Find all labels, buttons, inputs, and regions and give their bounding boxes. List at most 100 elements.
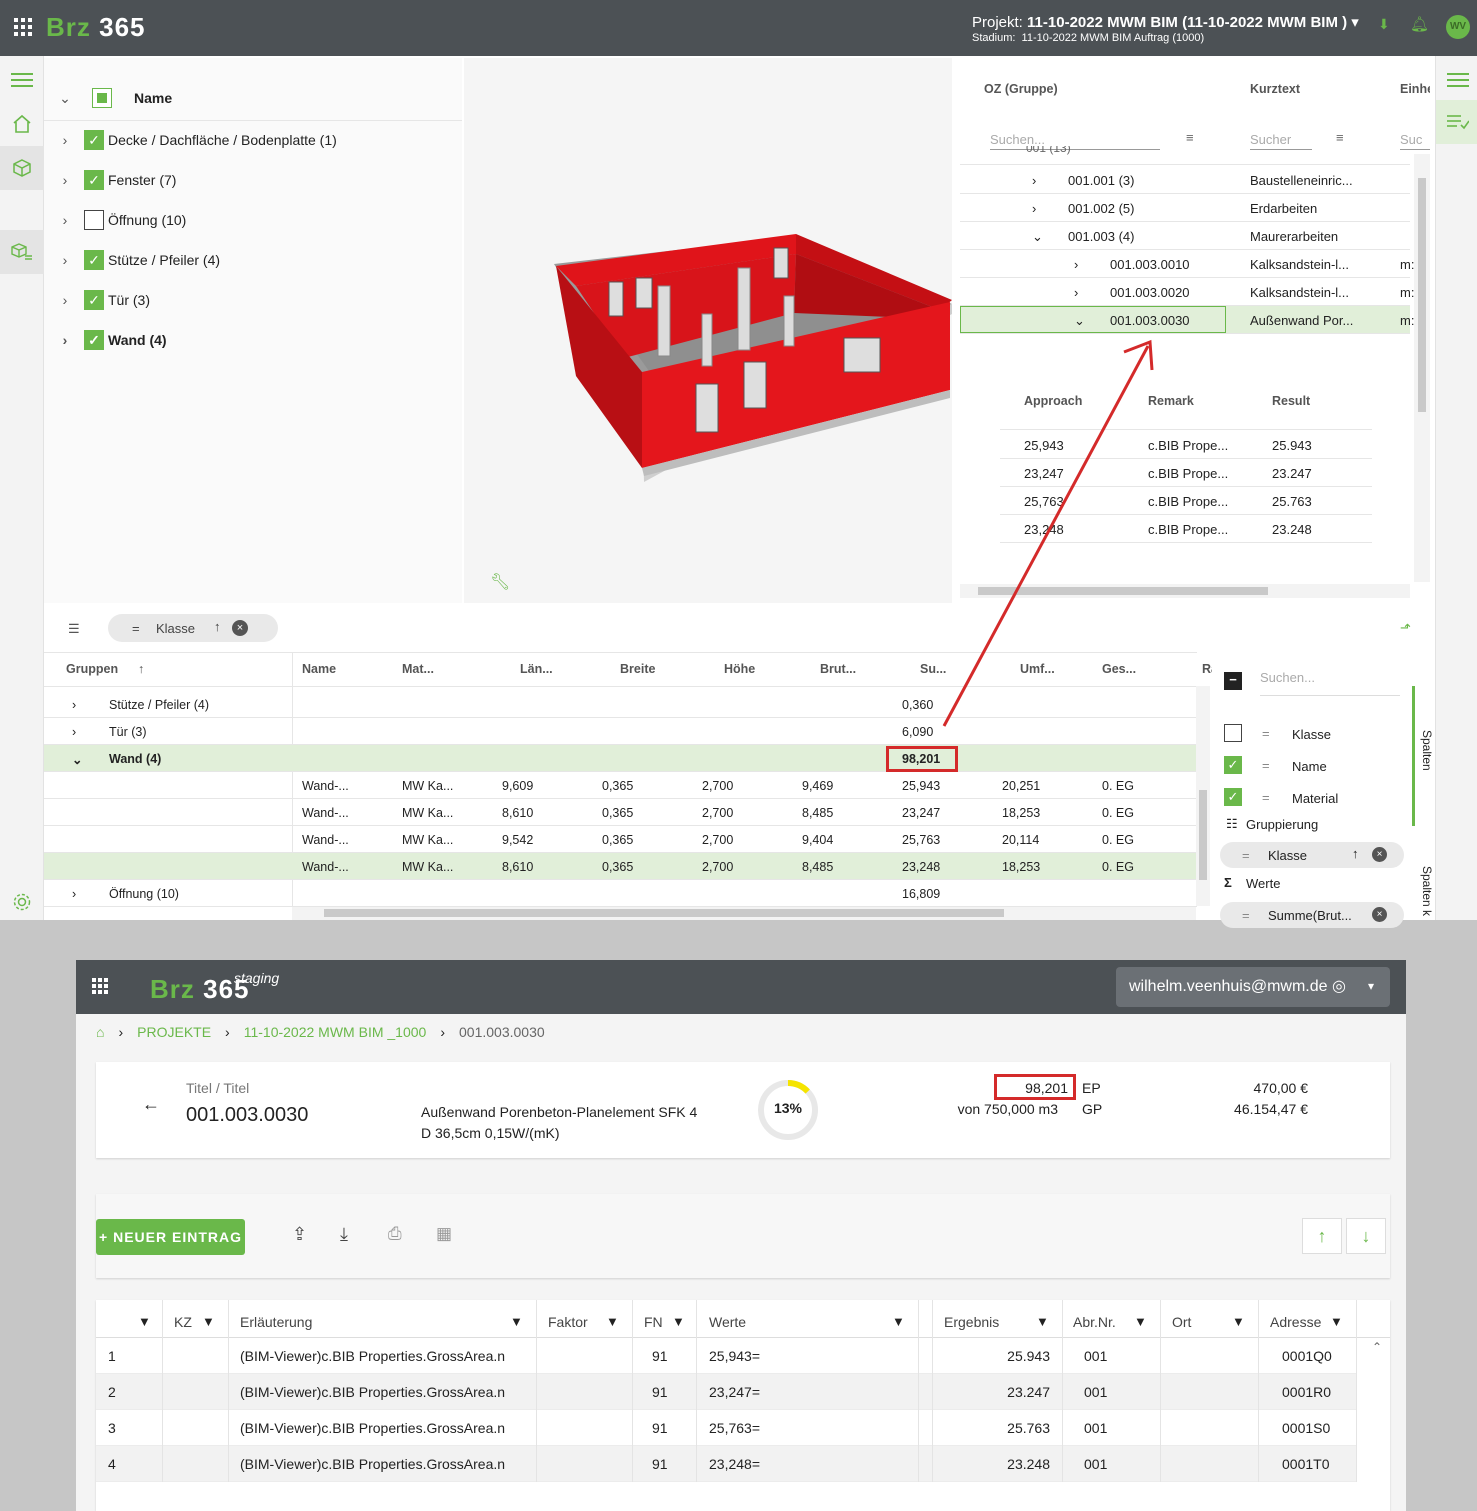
tree-item[interactable]: › ✓ Fenster (7): [54, 164, 176, 196]
item-checkbox[interactable]: ✓: [84, 170, 104, 190]
item-checkbox[interactable]: [84, 210, 104, 230]
chevron-right-icon[interactable]: ›: [54, 212, 76, 228]
wrench-icon[interactable]: 🔧︎: [490, 572, 510, 592]
table-row[interactable]: Wand-... MW Ka... 9,542 0,365 2,700 9,404 25,7…: [44, 826, 1197, 853]
filter-icon[interactable]: ▼: [892, 1314, 905, 1329]
chevron-right-icon[interactable]: ›: [1032, 201, 1036, 216]
move-down-button[interactable]: ↓: [1346, 1218, 1386, 1254]
chevron-right-icon[interactable]: ›: [54, 172, 76, 188]
close-icon[interactable]: ×: [1372, 847, 1387, 862]
item-checkbox[interactable]: ✓: [84, 250, 104, 270]
filter-icon[interactable]: ▼: [138, 1314, 151, 1329]
vertical-scrollbar[interactable]: [1414, 154, 1430, 582]
group-row-selected[interactable]: ⌄ Wand (4) 98,201: [44, 745, 1197, 772]
chevron-right-icon[interactable]: ›: [54, 132, 76, 148]
chevron-right-icon[interactable]: ›: [54, 292, 76, 308]
back-arrow-icon[interactable]: ←: [142, 1094, 160, 1115]
oz-row[interactable]: › 001.003.0020 Kalksandstein-l... m:: [960, 278, 1414, 306]
print-icon[interactable]: ⎙: [388, 1224, 402, 1244]
table-row[interactable]: 1 (BIM-Viewer)c.BIB Properties.GrossArea.…: [96, 1338, 1356, 1374]
oz-row[interactable]: › 001.001 (3) Baustelleneinric...: [960, 166, 1410, 194]
upload-icon[interactable]: ⇪: [292, 1224, 307, 1245]
project-selector[interactable]: Projekt: 11-10-2022 MWM BIM (11-10-2022 …: [972, 13, 1359, 31]
checklist-icon[interactable]: [1436, 100, 1477, 144]
user-menu[interactable]: wilhelm.veenhuis@mwm.de ◎ ▾: [1116, 967, 1390, 1007]
building-model[interactable]: [464, 58, 952, 603]
cube-icon[interactable]: [0, 146, 44, 190]
kurztext-search-input[interactable]: Sucher: [1250, 132, 1312, 150]
chevron-right-icon[interactable]: ›: [1074, 257, 1078, 272]
apps-grid-icon[interactable]: [92, 978, 108, 994]
kurztext-column-header[interactable]: Kurztext: [1250, 82, 1300, 96]
chevron-right-icon[interactable]: ›: [1032, 173, 1036, 188]
avatar[interactable]: WV: [1446, 15, 1470, 39]
column-search-input[interactable]: Suchen...: [1260, 670, 1400, 696]
grid-vertical-scrollbar[interactable]: [1196, 686, 1210, 906]
chevron-down-icon[interactable]: ⌄: [1074, 313, 1085, 329]
oz-row[interactable]: › 001.002 (5) Erdarbeiten: [960, 194, 1410, 222]
new-entry-button[interactable]: + NEUER EINTRAG: [96, 1219, 245, 1255]
filter-icon[interactable]: ≡: [1336, 130, 1344, 145]
menu-icon[interactable]: [1436, 58, 1477, 102]
filter-icon[interactable]: ▼: [1330, 1314, 1343, 1329]
name-checkbox[interactable]: ✓: [1224, 756, 1242, 774]
group-chip[interactable]: = Klasse ↑ ×: [108, 614, 278, 642]
chevron-right-icon[interactable]: ›: [54, 252, 76, 268]
filter-icon[interactable]: ▼: [1232, 1314, 1245, 1329]
3d-viewer[interactable]: 🔧︎: [464, 58, 952, 603]
home-icon[interactable]: ⌂: [96, 1024, 104, 1040]
close-icon[interactable]: ×: [1372, 907, 1387, 922]
oz-column-header[interactable]: OZ (Gruppe): [984, 82, 1058, 96]
bell-icon[interactable]: 🔔︎: [1410, 15, 1429, 33]
filter-icon[interactable]: ▼: [1036, 1314, 1049, 1329]
group-row[interactable]: › Öffnung (10) 16,809: [44, 880, 1197, 907]
chevron-right-icon[interactable]: ›: [1074, 285, 1078, 300]
unit-column-header[interactable]: Einhe: [1400, 82, 1430, 96]
chevron-down-icon[interactable]: ⌄: [1032, 229, 1043, 245]
chevron-down-icon[interactable]: ⌄: [54, 90, 76, 107]
oz-row[interactable]: ⌄ 001.003 (4) Maurerarbeiten: [960, 222, 1410, 250]
select-all-checkbox[interactable]: [92, 88, 112, 108]
columns-tab-2[interactable]: Spalten k: [1420, 866, 1434, 916]
tree-item[interactable]: › Öffnung (10): [54, 204, 186, 236]
menu-icon[interactable]: [0, 58, 44, 102]
model-list-icon[interactable]: [0, 230, 44, 274]
scroll-up-icon[interactable]: ⌃: [1372, 1340, 1382, 1354]
tree-item[interactable]: › ✓ Stütze / Pfeiler (4): [54, 244, 220, 276]
tree-item[interactable]: › ✓ Wand (4): [54, 324, 167, 356]
oz-row[interactable]: › 001.003.0010 Kalksandstein-l... m:: [960, 250, 1414, 278]
filter-icon[interactable]: ≡: [1186, 130, 1194, 145]
table-row-selected[interactable]: Wand-... MW Ka... 8,610 0,365 2,700 8,485 23,2…: [44, 853, 1197, 880]
filter-icon[interactable]: ▼: [672, 1314, 685, 1329]
table-row[interactable]: 4 (BIM-Viewer)c.BIB Properties.GrossArea.…: [96, 1446, 1356, 1482]
toggle-all-checkbox[interactable]: −: [1224, 672, 1242, 690]
list-icon[interactable]: ☰: [68, 621, 80, 637]
grouping-chip[interactable]: = Klasse ↑ ×: [1220, 842, 1404, 868]
download-icon[interactable]: ⤓: [340, 1224, 348, 1245]
filter-icon[interactable]: ▼: [606, 1314, 619, 1329]
gear-icon[interactable]: [0, 880, 44, 924]
table-row[interactable]: 2 (BIM-Viewer)c.BIB Properties.GrossArea.…: [96, 1374, 1356, 1410]
values-chip[interactable]: = Summe(Brut... ×: [1220, 902, 1404, 928]
move-up-button[interactable]: ↑: [1302, 1218, 1342, 1254]
filter-icon[interactable]: ▼: [202, 1314, 215, 1329]
columns-tab[interactable]: Spalten: [1420, 730, 1434, 771]
filter-icon[interactable]: ▼: [510, 1314, 523, 1329]
calculator-icon[interactable]: ▦: [436, 1224, 452, 1244]
table-row[interactable]: Wand-... MW Ka... 9,609 0,365 2,700 9,469 25,9…: [44, 772, 1197, 799]
table-row[interactable]: 3 (BIM-Viewer)c.BIB Properties.GrossArea.…: [96, 1410, 1356, 1446]
breadcrumb-projects[interactable]: PROJEKTE: [137, 1024, 211, 1040]
breadcrumb-project[interactable]: 11-10-2022 MWM BIM _1000: [244, 1024, 427, 1040]
filter-icon[interactable]: ▼: [1134, 1314, 1147, 1329]
export-icon[interactable]: ⬏: [1400, 620, 1411, 636]
close-icon[interactable]: ×: [232, 620, 248, 636]
unit-search-input[interactable]: Suc: [1400, 132, 1430, 150]
grid-horizontal-scrollbar[interactable]: [292, 907, 1196, 920]
oz-search-input[interactable]: Suchen...: [990, 132, 1160, 150]
tree-item[interactable]: › ✓ Tür (3): [54, 284, 150, 316]
download-icon[interactable]: ⬇: [1378, 16, 1390, 33]
item-checkbox[interactable]: ✓: [84, 330, 104, 350]
chevron-right-icon[interactable]: ›: [54, 332, 76, 348]
klasse-checkbox[interactable]: [1224, 724, 1242, 742]
item-checkbox[interactable]: ✓: [84, 130, 104, 150]
